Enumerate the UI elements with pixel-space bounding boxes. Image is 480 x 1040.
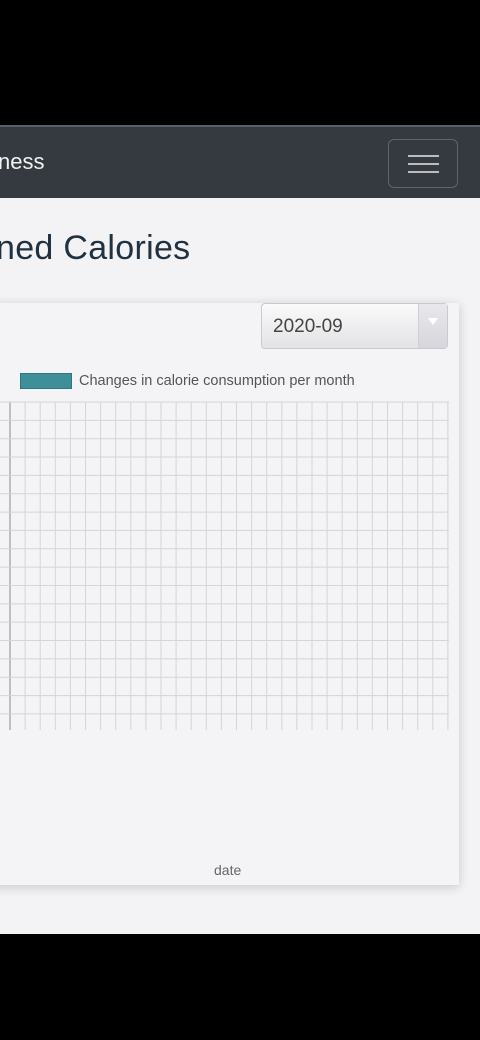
legend-label[interactable]: Changes in calorie consumption per month xyxy=(79,373,355,389)
hamburger-menu-icon xyxy=(408,155,439,157)
navbar-toggle-button[interactable] xyxy=(388,139,458,188)
navbar-brand[interactable]: ness xyxy=(0,149,44,175)
month-select-dropdown[interactable] xyxy=(418,304,447,348)
month-select-value: 2020-09 xyxy=(273,316,343,337)
hamburger-menu-icon-bar xyxy=(408,171,439,173)
area-chart: 010305070911131517192123252729 xyxy=(0,401,449,730)
x-axis-title: date xyxy=(214,862,242,878)
page-title: ned Calories xyxy=(0,229,191,267)
hamburger-menu-icon-bar xyxy=(408,163,439,165)
navbar: ness xyxy=(0,125,480,198)
legend-swatch[interactable] xyxy=(20,373,72,389)
app-screen: ness ned Calories 2020-09 Changes in cal… xyxy=(0,125,480,934)
month-select[interactable]: 2020-09 xyxy=(261,303,448,349)
chevron-down-icon xyxy=(428,318,438,325)
